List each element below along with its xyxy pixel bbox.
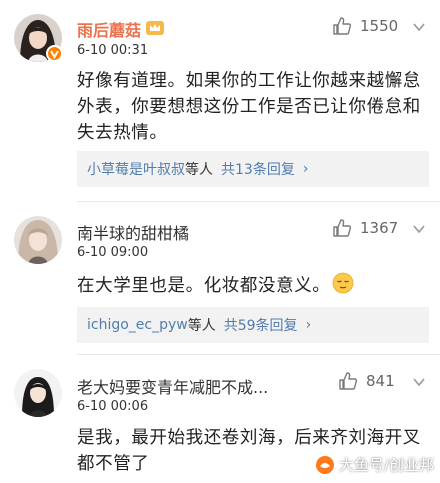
avatar[interactable]: [14, 216, 62, 264]
chevron-down-icon[interactable]: [412, 221, 426, 237]
thumbs-up-icon: [333, 17, 352, 35]
chevron-right-icon: ›: [302, 161, 309, 177]
like-button[interactable]: 1367: [332, 218, 398, 238]
avatar[interactable]: [14, 369, 62, 417]
watermark-text: 大鱼号/创业邦: [338, 456, 434, 474]
like-button[interactable]: 841: [338, 371, 395, 391]
username[interactable]: 老大妈要变青年减肥不成...: [77, 374, 268, 398]
reply-count: 共13条回复: [221, 162, 295, 178]
like-count: 1367: [360, 219, 399, 237]
comment-text-content: 在大学里也是。化妆都没意义。: [77, 276, 331, 296]
reply-mid-text: 等人: [187, 318, 216, 334]
comment-time: 6-10 00:31: [77, 43, 149, 58]
comment-item: 雨后蘑菇 6-10 00:31 1550 好像有道理。如果你的工作让你越来越懈怠…: [0, 0, 440, 198]
like-count: 1550: [360, 17, 399, 35]
reply-summary[interactable]: ichigo_ec_pyw 等人 共59条回复 ›: [77, 307, 429, 343]
thumbs-up-icon: [339, 372, 358, 390]
crown-icon: [146, 21, 164, 35]
watermark: 大鱼号/创业邦: [315, 454, 434, 475]
reply-count: 共59条回复: [223, 318, 298, 334]
comment-item: 南半球的甜柑橘 6-10 09:00 1367 在大学里也是。化妆都没意义。 i…: [0, 202, 440, 352]
thumbs-up-icon: [333, 219, 352, 237]
reply-summary[interactable]: 小草莓是叶叔叔 等人 共13条回复 ›: [77, 151, 429, 187]
username[interactable]: 雨后蘑菇: [77, 17, 141, 41]
relieved-face-icon: [333, 272, 354, 294]
watermark-logo-icon: [315, 455, 334, 474]
comment-time: 6-10 09:00: [77, 245, 149, 260]
comment-text: 在大学里也是。化妆都没意义。: [77, 272, 437, 299]
comment-time: 6-10 00:06: [77, 399, 149, 414]
username[interactable]: 南半球的甜柑橘: [77, 220, 189, 244]
comment-text: 好像有道理。如果你的工作让你越来越懈怠外表，你要想想这份工作是否已让你倦怠和失去…: [77, 71, 421, 143]
reply-names: ichigo_ec_pyw: [87, 317, 188, 333]
chevron-down-icon[interactable]: [412, 19, 426, 35]
reply-names: 小草莓是叶叔叔: [87, 162, 185, 178]
like-count: 841: [366, 372, 395, 390]
reply-mid-text: 等人: [185, 162, 213, 178]
chevron-right-icon: ›: [305, 317, 312, 333]
vip-badge-icon: [46, 45, 63, 62]
chevron-down-icon[interactable]: [412, 374, 426, 390]
like-button[interactable]: 1550: [332, 16, 398, 36]
